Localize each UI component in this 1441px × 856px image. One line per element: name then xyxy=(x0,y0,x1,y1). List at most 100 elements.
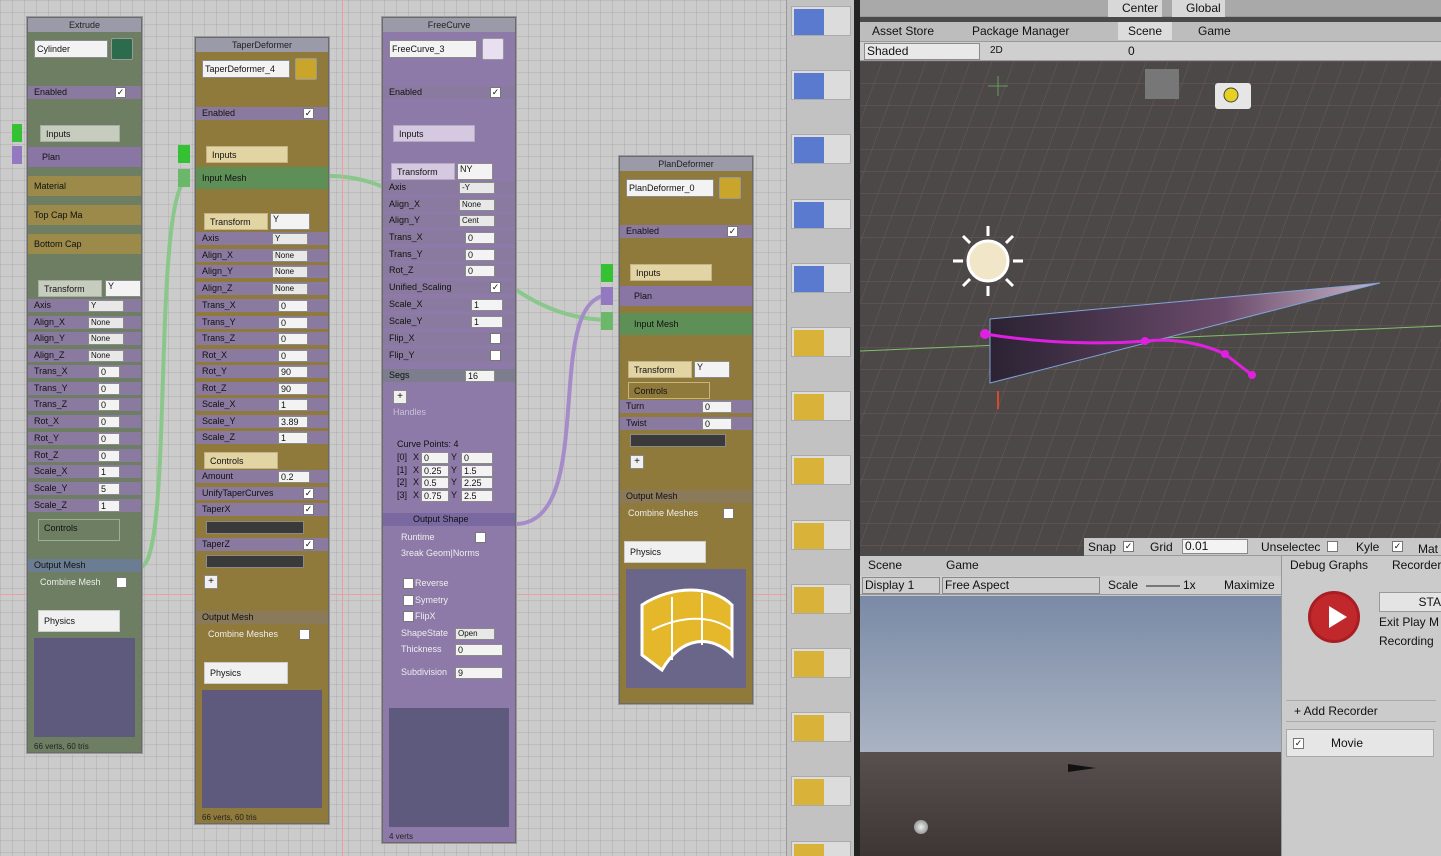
plan-input-port-3[interactable] xyxy=(601,312,613,330)
transform-value-field[interactable]: 0 xyxy=(465,265,495,277)
enabled-checkbox[interactable]: ✓ xyxy=(727,226,738,237)
node-name-field[interactable]: PlanDeformer_0 xyxy=(626,179,714,197)
transform-value-field[interactable]: 1 xyxy=(278,399,308,411)
scale-slider[interactable] xyxy=(1146,585,1180,587)
physics-button[interactable]: Physics xyxy=(624,541,706,563)
game-viewport[interactable] xyxy=(860,596,1281,856)
taper-input-port[interactable] xyxy=(178,145,190,163)
curve-point-x-field[interactable]: 0.5 xyxy=(421,477,449,489)
amount-field[interactable]: 0.2 xyxy=(278,471,310,483)
kyle-checkbox[interactable]: ✓ xyxy=(1392,541,1403,552)
curve-point-x-field[interactable]: 0.25 xyxy=(421,464,449,477)
align-x-dropdown[interactable]: None xyxy=(459,199,495,211)
input-mesh[interactable]: Input Mesh xyxy=(196,167,328,189)
transform-field[interactable]: Y xyxy=(105,280,141,297)
plan-input[interactable]: Plan xyxy=(620,286,752,306)
prefab-thumbnail[interactable] xyxy=(791,583,851,614)
transform-value-field[interactable]: 5 xyxy=(98,482,120,495)
transform-value-field[interactable]: 0 xyxy=(98,416,120,429)
add-button[interactable]: + xyxy=(204,575,218,589)
align-x-dropdown[interactable]: None xyxy=(272,250,308,262)
node-name-field[interactable]: Cylinder xyxy=(34,40,108,58)
flip-x-checkbox[interactable] xyxy=(490,333,501,344)
align-z-dropdown[interactable]: None xyxy=(88,350,124,362)
plan-input-port[interactable] xyxy=(601,264,613,282)
input-mesh[interactable]: Input Mesh xyxy=(620,313,752,335)
transform-value-field[interactable]: 0 xyxy=(465,232,495,244)
transform-value-field[interactable]: 0 xyxy=(98,432,120,445)
combine-mesh-checkbox[interactable] xyxy=(116,577,127,588)
taper-deformer-node[interactable]: TaperDeformer TaperDeformer_4 Enabled ✓ … xyxy=(195,37,329,824)
game-panel[interactable]: Scene Game Display 1 Free Aspect Scale 1x… xyxy=(860,556,1281,856)
transform-value-field[interactable]: 1 xyxy=(98,499,120,512)
transform-value-field[interactable]: 90 xyxy=(278,382,308,395)
tab-package-manager[interactable]: Package Manager xyxy=(972,22,1069,40)
prefab-thumbnail[interactable] xyxy=(791,134,851,165)
aspect-dropdown[interactable]: Free Aspect xyxy=(942,577,1100,594)
global-toggle[interactable]: Global xyxy=(1172,0,1225,17)
subdivision-field[interactable]: 9 xyxy=(455,667,503,679)
material-input[interactable]: Material xyxy=(28,176,141,196)
prefab-thumbnail[interactable] xyxy=(791,262,851,293)
unified-scaling-checkbox[interactable]: ✓ xyxy=(490,282,501,293)
curve-point-y-field[interactable]: 2.5 xyxy=(461,489,493,502)
curve-point-y-field[interactable]: 1.5 xyxy=(461,464,493,477)
add-button[interactable]: + xyxy=(630,455,644,469)
extrude-plan-port-2[interactable] xyxy=(12,146,22,164)
transform-value-field[interactable]: 0 xyxy=(98,366,120,378)
prefab-thumbnail[interactable] xyxy=(791,776,851,807)
turn-field[interactable]: 0 xyxy=(702,401,732,413)
axis-dropdown[interactable]: -Y xyxy=(459,182,495,194)
transform-field[interactable]: NY xyxy=(457,163,493,180)
tab-scene[interactable]: Scene xyxy=(1118,22,1173,40)
tab-scene[interactable]: Scene xyxy=(868,556,902,574)
prefab-thumbnail[interactable] xyxy=(791,327,851,357)
recorder-panel[interactable]: Debug Graphs Recorder STA Exit Play M Rec… xyxy=(1281,556,1441,856)
topcap-input[interactable]: Top Cap Ma xyxy=(28,205,141,225)
record-button[interactable] xyxy=(1308,591,1360,643)
transform-value-field[interactable]: 90 xyxy=(278,366,308,378)
physics-button[interactable]: Physics xyxy=(38,610,120,632)
transform-value-field[interactable]: 0 xyxy=(98,382,120,395)
plan-input-port-2[interactable] xyxy=(601,287,613,305)
plan-deformer-node[interactable]: PlanDeformer PlanDeformer_0 Enabled ✓ In… xyxy=(619,156,753,704)
tab-game[interactable]: Game xyxy=(946,556,979,574)
bottomcap-input[interactable]: Bottom Cap xyxy=(28,234,141,254)
scale-x-field[interactable]: 1 xyxy=(471,299,503,311)
prefab-thumbnail[interactable] xyxy=(791,455,851,486)
enabled-checkbox[interactable]: ✓ xyxy=(115,87,126,98)
transform-value-field[interactable]: 0 xyxy=(278,333,308,345)
scale-y-field[interactable]: 1 xyxy=(471,316,503,328)
taperz-curve[interactable] xyxy=(206,555,304,568)
node-name-field[interactable]: FreeCurve_3 xyxy=(389,40,477,58)
taper-input-port-2[interactable] xyxy=(178,169,190,187)
flipx-checkbox[interactable] xyxy=(403,611,414,622)
unify-checkbox[interactable]: ✓ xyxy=(303,488,314,499)
tab-game[interactable]: Game xyxy=(1198,22,1231,40)
reverse-checkbox[interactable] xyxy=(403,578,414,589)
shapestate-dropdown[interactable]: Open xyxy=(455,628,495,640)
transform-value-field[interactable]: 1 xyxy=(278,432,308,444)
tab-debug-graphs[interactable]: Debug Graphs xyxy=(1290,556,1368,574)
snap-checkbox[interactable]: ✓ xyxy=(1123,541,1134,552)
maximize-toggle[interactable]: Maximize xyxy=(1224,576,1275,594)
transform-value-field[interactable]: 0 xyxy=(278,349,308,362)
transform-field[interactable]: Y xyxy=(694,361,730,378)
extrude-plan-port[interactable] xyxy=(12,124,22,142)
curve-point-x-field[interactable]: 0.75 xyxy=(421,489,449,502)
align-y-dropdown[interactable]: None xyxy=(272,266,308,278)
extrude-node[interactable]: Extrude Cylinder Enabled ✓ Inputs Plan M… xyxy=(27,17,142,753)
segs-field[interactable]: 16 xyxy=(465,370,495,382)
axis-dropdown[interactable]: Y xyxy=(88,300,124,312)
prefab-thumbnail[interactable] xyxy=(791,198,851,229)
curve-point-x-field[interactable]: 0 xyxy=(421,452,449,464)
runtime-checkbox[interactable] xyxy=(475,532,486,543)
scene-viewport[interactable] xyxy=(860,61,1441,551)
twist-field[interactable]: 0 xyxy=(702,418,732,430)
taperx-checkbox[interactable]: ✓ xyxy=(303,504,314,515)
tab-recorder[interactable]: Recorder xyxy=(1392,556,1441,574)
node-graph-canvas[interactable]: Extrude Cylinder Enabled ✓ Inputs Plan M… xyxy=(0,0,786,856)
2d-toggle[interactable]: 2D xyxy=(990,42,1003,60)
tab-asset-store[interactable]: Asset Store xyxy=(872,22,934,40)
axis-dropdown[interactable]: Y xyxy=(272,233,308,245)
